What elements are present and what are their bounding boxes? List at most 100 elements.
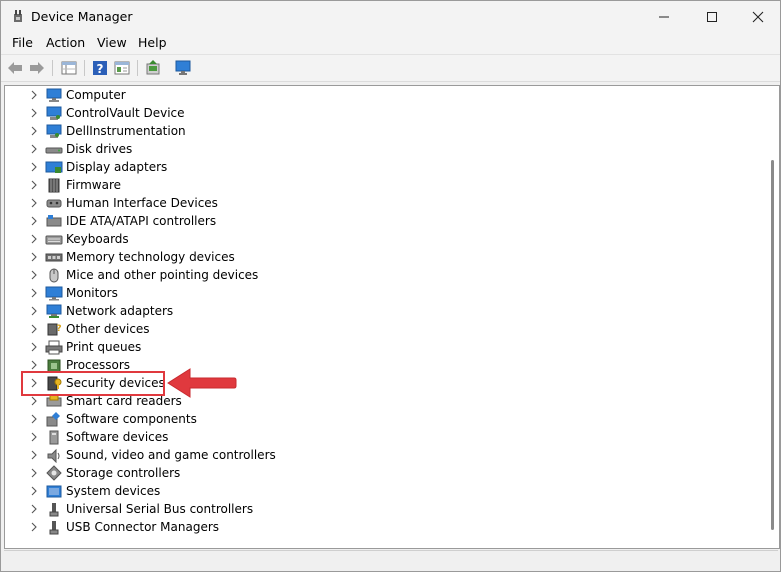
tree-item-label: Storage controllers — [66, 466, 181, 480]
monitor-scan-icon — [175, 60, 191, 75]
tree-item-sound-video-and-game-controllers[interactable]: Sound, video and game controllers — [5, 446, 745, 464]
toolbar-separator — [84, 60, 85, 76]
maximize-button[interactable] — [689, 1, 735, 32]
close-icon — [752, 11, 764, 22]
help-button[interactable]: ? — [90, 58, 110, 78]
chevron-right-icon[interactable] — [29, 198, 39, 208]
tree-item-disk-drives[interactable]: Disk drives — [5, 140, 745, 158]
tree-item-display-adapters[interactable]: Display adapters — [5, 158, 745, 176]
ide-controller-icon — [46, 215, 62, 227]
chevron-right-icon[interactable] — [29, 126, 39, 136]
tree-item-controlvault-device[interactable]: ControlVault Device — [5, 104, 745, 122]
properties-grid-icon — [61, 61, 77, 75]
chevron-right-icon[interactable] — [29, 180, 39, 190]
hid-icon — [46, 199, 62, 208]
chevron-right-icon[interactable] — [29, 432, 39, 442]
chevron-right-icon[interactable] — [29, 342, 39, 352]
chevron-right-icon[interactable] — [29, 396, 39, 406]
memory-icon — [45, 253, 63, 262]
chevron-right-icon[interactable] — [29, 324, 39, 334]
help-icon: ? — [93, 61, 107, 76]
tree-item-label: Disk drives — [66, 142, 133, 156]
chevron-right-icon[interactable] — [29, 234, 39, 244]
forward-button[interactable] — [27, 58, 47, 78]
chevron-right-icon[interactable] — [29, 216, 39, 226]
tree-item-universal-serial-bus-controllers[interactable]: Universal Serial Bus controllers — [5, 500, 745, 518]
tree-item-label: Keyboards — [66, 232, 129, 246]
toolbar: ? — [1, 54, 780, 82]
menu-view[interactable]: View — [97, 35, 127, 50]
chevron-right-icon[interactable] — [29, 108, 39, 118]
tree-item-usb-connector-managers[interactable]: USB Connector Managers — [5, 518, 745, 536]
tree-item-label: Firmware — [66, 178, 121, 192]
tree-item-keyboards[interactable]: Keyboards — [5, 230, 745, 248]
tree-item-label: Print queues — [66, 340, 142, 354]
speaker-icon — [47, 448, 60, 463]
tree-item-software-devices[interactable]: Software devices — [5, 428, 745, 446]
update-driver-button[interactable] — [143, 58, 163, 78]
chevron-right-icon[interactable] — [29, 270, 39, 280]
tree-item-label: Memory technology devices — [66, 250, 235, 264]
svg-text:?: ? — [97, 62, 104, 76]
tree-item-label: Monitors — [66, 286, 118, 300]
tree-item-computer[interactable]: Computer — [5, 86, 745, 104]
minimize-button[interactable] — [641, 1, 687, 32]
chevron-right-icon[interactable] — [29, 414, 39, 424]
maximize-icon — [707, 11, 717, 22]
tree-item-human-interface-devices[interactable]: Human Interface Devices — [5, 194, 745, 212]
menu-file[interactable]: File — [12, 35, 33, 50]
menu-help[interactable]: Help — [138, 35, 167, 50]
tree-item-label: Sound, video and game controllers — [66, 448, 276, 462]
tree-item-storage-controllers[interactable]: Storage controllers — [5, 464, 745, 482]
window-title: Device Manager — [31, 9, 133, 24]
mouse-icon — [49, 268, 59, 283]
tree-item-system-devices[interactable]: System devices — [5, 482, 745, 500]
console-tree-icon — [114, 61, 130, 75]
software-device-icon — [49, 430, 59, 445]
chevron-right-icon[interactable] — [29, 306, 39, 316]
tree-item-ide-ata-atapi-controllers[interactable]: IDE ATA/ATAPI controllers — [5, 212, 745, 230]
usb-icon — [49, 503, 59, 517]
chevron-right-icon[interactable] — [29, 360, 39, 370]
vertical-scrollbar[interactable] — [769, 86, 779, 548]
chevron-right-icon[interactable] — [29, 90, 39, 100]
device-manager-app-icon — [14, 10, 22, 22]
chevron-right-icon[interactable] — [29, 486, 39, 496]
menu-action[interactable]: Action — [46, 35, 85, 50]
device-tree[interactable]: Computer ControlVault Device DellInstrumen… — [4, 85, 780, 549]
chevron-right-icon[interactable] — [29, 504, 39, 514]
chevron-right-icon[interactable] — [29, 468, 39, 478]
close-button[interactable] — [735, 1, 780, 32]
scrollbar-thumb[interactable] — [771, 160, 774, 530]
back-icon — [8, 62, 22, 74]
tree-item-other-devices[interactable]: ? Other devices — [5, 320, 745, 338]
tree-item-label: Other devices — [66, 322, 150, 336]
scan-hardware-button[interactable] — [173, 58, 193, 78]
other-devices-icon: ? — [47, 323, 62, 336]
tree-item-label: Universal Serial Bus controllers — [66, 502, 254, 516]
properties-grid-button[interactable] — [59, 58, 79, 78]
tree-item-print-queues[interactable]: Print queues — [5, 338, 745, 356]
security-devices-highlight-box — [21, 371, 165, 396]
toolbar-separator — [137, 60, 138, 76]
chevron-right-icon[interactable] — [29, 162, 39, 172]
chevron-right-icon[interactable] — [29, 144, 39, 154]
tree-item-monitors[interactable]: Monitors — [5, 284, 745, 302]
chevron-right-icon[interactable] — [29, 252, 39, 262]
chevron-right-icon[interactable] — [29, 288, 39, 298]
chevron-right-icon[interactable] — [29, 450, 39, 460]
chevron-right-icon[interactable] — [29, 522, 39, 532]
tree-item-memory-technology-devices[interactable]: Memory technology devices — [5, 248, 745, 266]
tree-item-firmware[interactable]: Firmware — [5, 176, 745, 194]
tree-item-mice-and-other-pointing-devices[interactable]: Mice and other pointing devices — [5, 266, 745, 284]
tree-item-dellinstrumentation[interactable]: DellInstrumentation — [5, 122, 745, 140]
tree-item-label: Human Interface Devices — [66, 196, 218, 210]
firmware-icon — [48, 178, 60, 193]
tree-item-network-adapters[interactable]: Network adapters — [5, 302, 745, 320]
console-tree-button[interactable] — [112, 58, 132, 78]
dell-instrumentation-icon — [46, 124, 62, 138]
tree-item-software-components[interactable]: Software components — [5, 410, 745, 428]
tree-item-label: Computer — [66, 88, 126, 102]
title-bar[interactable]: Device Manager — [1, 1, 780, 32]
back-button[interactable] — [5, 58, 25, 78]
